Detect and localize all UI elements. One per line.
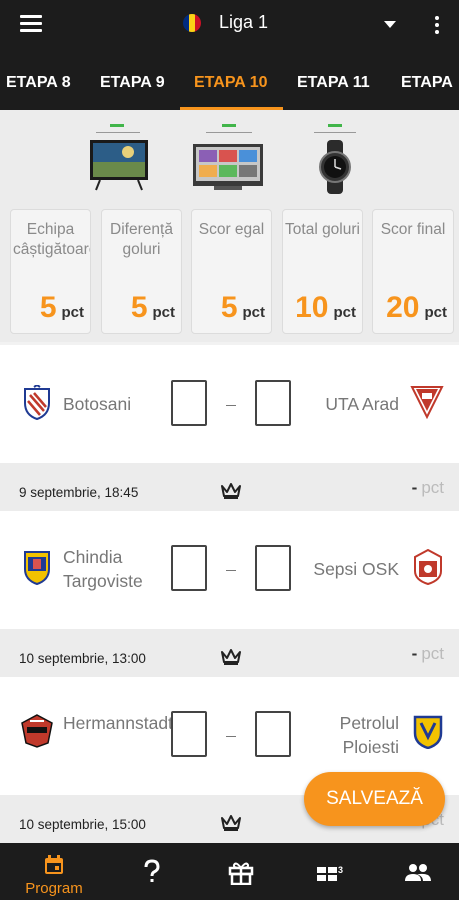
scoring-card-points: 5 xyxy=(39,291,57,324)
nav-prizes[interactable] xyxy=(228,843,254,900)
romania-flag-icon xyxy=(183,13,201,32)
scoring-card-goal-difference: Diferență goluri 5 pct xyxy=(101,209,182,334)
prizes-section: Echipa câștigătoare 5 pct Diferență golur… xyxy=(0,110,459,342)
points-unit: pct xyxy=(421,478,444,497)
gift-icon xyxy=(228,862,254,885)
top-bar: Liga 1 ETAPA 8 ETAPA 9 ETAPA 10 ETAPA 11… xyxy=(0,0,459,110)
scoring-card-label: Echipa câștigătoare xyxy=(13,221,91,258)
calendar-icon xyxy=(45,855,63,874)
tab-etapa-9[interactable]: ETAPA 9 xyxy=(100,74,165,92)
scoring-card-unit: pct xyxy=(61,304,85,321)
home-score-input[interactable] xyxy=(171,380,207,426)
svg-text:3: 3 xyxy=(338,865,343,875)
away-team-name: Sepsi OSK xyxy=(313,559,399,579)
scoring-card-final-score: Scor final 20 pct xyxy=(372,209,454,334)
tab-etapa-8[interactable]: ETAPA 8 xyxy=(6,74,71,92)
home-score-input[interactable] xyxy=(171,711,207,757)
score-separator xyxy=(226,570,236,571)
match-points: -pct xyxy=(412,478,444,498)
match-date: 9 septembrie, 18:45 xyxy=(19,485,139,500)
nav-ranking[interactable]: 3 xyxy=(315,843,345,900)
away-team-name: UTA Arad xyxy=(325,394,399,414)
points-unit: pct xyxy=(421,644,444,663)
scoring-card-label: Scor final xyxy=(380,221,446,238)
away-score-input[interactable] xyxy=(255,545,291,591)
points-value: - xyxy=(411,644,418,663)
score-separator xyxy=(226,405,236,406)
match-info-bar: 10 septembrie, 13:00 - pct xyxy=(0,629,459,677)
sepsi-osk-crest-icon xyxy=(414,549,442,585)
prize-tv-image xyxy=(88,124,150,196)
crown-icon[interactable] xyxy=(220,482,242,500)
save-button[interactable]: SALVEAZĂ xyxy=(304,772,445,826)
bottom-navigation: Program 3 xyxy=(0,843,459,900)
hermannstadt-crest-icon xyxy=(21,714,53,748)
crown-icon[interactable] xyxy=(220,814,242,832)
nav-friends[interactable] xyxy=(404,843,432,900)
ticket-icon: 3 xyxy=(317,865,343,881)
round-tabs: ETAPA 8 ETAPA 9 ETAPA 10 ETAPA 11 ETAPA xyxy=(0,52,459,110)
home-score-input[interactable] xyxy=(171,545,207,591)
prize-smartwatch-image xyxy=(310,124,360,196)
points-value: - xyxy=(411,478,418,497)
home-team-name: Botosani xyxy=(63,394,132,414)
uta-arad-crest-icon xyxy=(410,386,444,419)
league-selector[interactable]: Liga 1 xyxy=(183,12,268,33)
tab-etapa-next[interactable]: ETAPA xyxy=(401,74,453,92)
match-row: Botosani UTA Arad xyxy=(0,345,459,463)
more-options-icon[interactable] xyxy=(434,16,440,36)
scoring-card-winner: Echipa câștigătoare 5 pct xyxy=(10,209,91,334)
match-info-bar: 9 septembrie, 18:45 - pct xyxy=(0,463,459,511)
scoring-card-points: 5 xyxy=(130,291,148,324)
match-row: Chindia Targoviste Sepsi OSK xyxy=(0,511,459,629)
botosani-crest-icon xyxy=(24,385,50,421)
scoring-card-label: Total goluri xyxy=(285,221,360,238)
score-separator xyxy=(226,736,236,737)
people-icon xyxy=(405,864,431,881)
menu-icon[interactable] xyxy=(20,15,42,33)
dropdown-arrow-icon[interactable] xyxy=(384,21,396,28)
scoring-card-unit: pct xyxy=(152,304,176,321)
petrolul-crest-icon xyxy=(413,715,443,749)
app-bar: Liga 1 xyxy=(0,0,459,52)
scoring-card-draw: Scor egal 5 pct xyxy=(191,209,272,334)
scoring-card-unit: pct xyxy=(242,304,266,321)
scoring-card-points: 20 xyxy=(386,291,420,324)
away-score-input[interactable] xyxy=(255,711,291,757)
scoring-card-points: 10 xyxy=(295,291,329,324)
scoring-card-label: Scor egal xyxy=(198,221,265,238)
away-score-input[interactable] xyxy=(255,380,291,426)
prize-smart-tv-image xyxy=(192,124,264,196)
league-name: Liga 1 xyxy=(219,12,269,32)
home-team-name: Chindia Targoviste xyxy=(63,547,143,591)
tab-etapa-10[interactable]: ETAPA 10 xyxy=(194,74,268,92)
scoring-card-total-goals: Total goluri 10 pct xyxy=(282,209,363,334)
scoring-card-unit: pct xyxy=(424,304,448,321)
chindia-crest-icon xyxy=(24,551,50,585)
home-team-name: Hermannstadt xyxy=(63,713,173,733)
help-icon xyxy=(144,859,160,882)
match-date: 10 septembrie, 13:00 xyxy=(19,651,146,666)
scoring-card-label: Diferență goluri xyxy=(110,221,173,258)
crown-icon[interactable] xyxy=(220,648,242,666)
tab-etapa-11[interactable]: ETAPA 11 xyxy=(297,74,370,92)
away-team-name: Petrolul Ploiesti xyxy=(339,713,399,757)
scoring-card-unit: pct xyxy=(333,304,357,321)
nav-label: Program xyxy=(25,880,83,897)
match-points: -pct xyxy=(412,644,444,664)
scoring-card-points: 5 xyxy=(220,291,238,324)
nav-help[interactable] xyxy=(141,843,163,900)
match-date: 10 septembrie, 15:00 xyxy=(19,817,146,832)
